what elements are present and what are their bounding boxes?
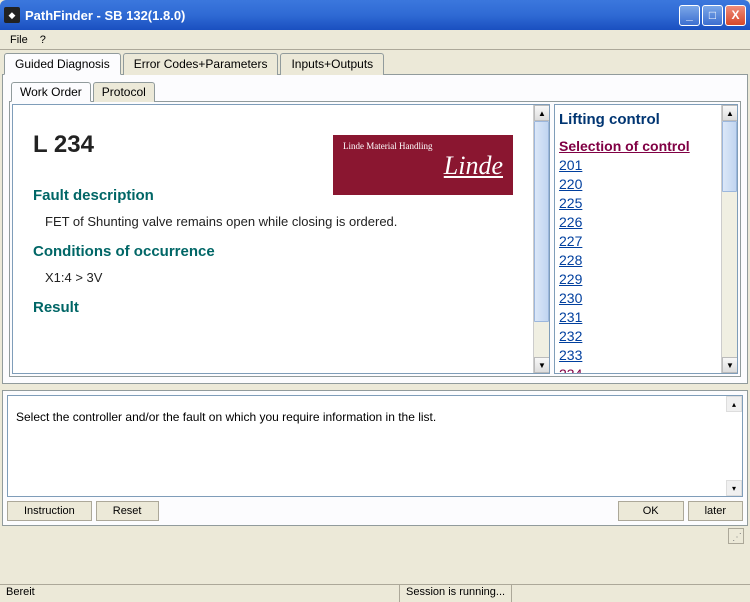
status-right: Session is running...	[400, 585, 512, 602]
tab-protocol[interactable]: Protocol	[93, 82, 155, 102]
app-icon: ◆	[4, 7, 20, 23]
logo-big-text: Linde	[343, 151, 503, 181]
instruction-button[interactable]: Instruction	[7, 501, 92, 521]
conditions-heading: Conditions of occurrence	[33, 243, 529, 260]
scroll-up-icon[interactable]: ▴	[726, 396, 742, 412]
nav-link-226[interactable]: 226	[559, 213, 733, 232]
info-box: Select the controller and/or the fault o…	[7, 395, 743, 497]
scroll-up-icon[interactable]: ▲	[534, 105, 550, 121]
instruction-panel: Select the controller and/or the fault o…	[2, 390, 748, 526]
minimize-button[interactable]: _	[679, 5, 700, 26]
control-list-pane: Lifting control Selection of control 201…	[554, 104, 738, 374]
main-tab-panel: Work Order Protocol L 234 Fault descript…	[2, 74, 748, 384]
scroll-track[interactable]	[722, 121, 737, 357]
resize-grip[interactable]: ⋰	[728, 528, 744, 544]
nav-link-234[interactable]: 234	[559, 365, 733, 374]
nav-link-232[interactable]: 232	[559, 327, 733, 346]
tab-inputs-outputs[interactable]: Inputs+Outputs	[280, 53, 384, 75]
nav-link-230[interactable]: 230	[559, 289, 733, 308]
result-heading: Result	[33, 299, 529, 316]
linde-logo: Linde Material Handling Linde	[333, 135, 513, 195]
nav-link-227[interactable]: 227	[559, 232, 733, 251]
nav-subheader[interactable]: Selection of control	[559, 138, 733, 154]
info-scrollbar: ▴ ▾	[726, 396, 742, 496]
scroll-down-icon[interactable]: ▼	[722, 357, 738, 373]
nav-link-233[interactable]: 233	[559, 346, 733, 365]
work-order-panel: L 234 Fault description FET of Shunting …	[9, 101, 741, 377]
main-tabs: Guided Diagnosis Error Codes+Parameters …	[2, 53, 748, 75]
nav-link-225[interactable]: 225	[559, 194, 733, 213]
button-row: Instruction Reset OK later	[7, 501, 743, 521]
inner-tabs: Work Order Protocol	[9, 82, 741, 102]
tab-error-codes[interactable]: Error Codes+Parameters	[123, 53, 279, 75]
scroll-track[interactable]	[534, 121, 549, 357]
scroll-thumb[interactable]	[722, 121, 737, 192]
reset-button[interactable]: Reset	[96, 501, 159, 521]
ok-button[interactable]: OK	[618, 501, 684, 521]
left-scrollbar[interactable]: ▲ ▼	[533, 105, 549, 373]
close-button[interactable]: X	[725, 5, 746, 26]
window-title: PathFinder - SB 132(1.8.0)	[25, 8, 679, 23]
scroll-up-icon[interactable]: ▲	[722, 105, 738, 121]
nav-link-229[interactable]: 229	[559, 270, 733, 289]
scroll-thumb[interactable]	[534, 121, 549, 322]
fault-detail-pane: L 234 Fault description FET of Shunting …	[12, 104, 550, 374]
tab-work-order[interactable]: Work Order	[11, 82, 91, 102]
nav-header: Lifting control	[559, 111, 733, 128]
menu-help[interactable]: ?	[34, 32, 52, 48]
nav-link-201[interactable]: 201	[559, 156, 733, 175]
window-controls: _ □ X	[679, 5, 746, 26]
logo-small-text: Linde Material Handling	[343, 141, 503, 151]
status-bar: Bereit Session is running...	[0, 584, 750, 602]
scroll-down-icon[interactable]: ▾	[726, 480, 742, 496]
nav-links: 201220225226227228229230231232233234	[559, 156, 733, 374]
menu-bar: File ?	[0, 30, 750, 50]
scroll-down-icon[interactable]: ▼	[534, 357, 550, 373]
maximize-button[interactable]: □	[702, 5, 723, 26]
menu-file[interactable]: File	[4, 32, 34, 48]
info-text: Select the controller and/or the fault o…	[16, 410, 436, 424]
right-scrollbar[interactable]: ▲ ▼	[721, 105, 737, 373]
nav-link-231[interactable]: 231	[559, 308, 733, 327]
fault-description-text: FET of Shunting valve remains open while…	[45, 214, 529, 229]
conditions-text: X1:4 > 3V	[45, 270, 529, 285]
later-button[interactable]: later	[688, 501, 743, 521]
title-bar: ◆ PathFinder - SB 132(1.8.0) _ □ X	[0, 0, 750, 30]
nav-link-228[interactable]: 228	[559, 251, 733, 270]
resize-area: ⋰	[2, 526, 748, 544]
tab-guided-diagnosis[interactable]: Guided Diagnosis	[4, 53, 121, 75]
status-left: Bereit	[0, 585, 400, 602]
nav-link-220[interactable]: 220	[559, 175, 733, 194]
